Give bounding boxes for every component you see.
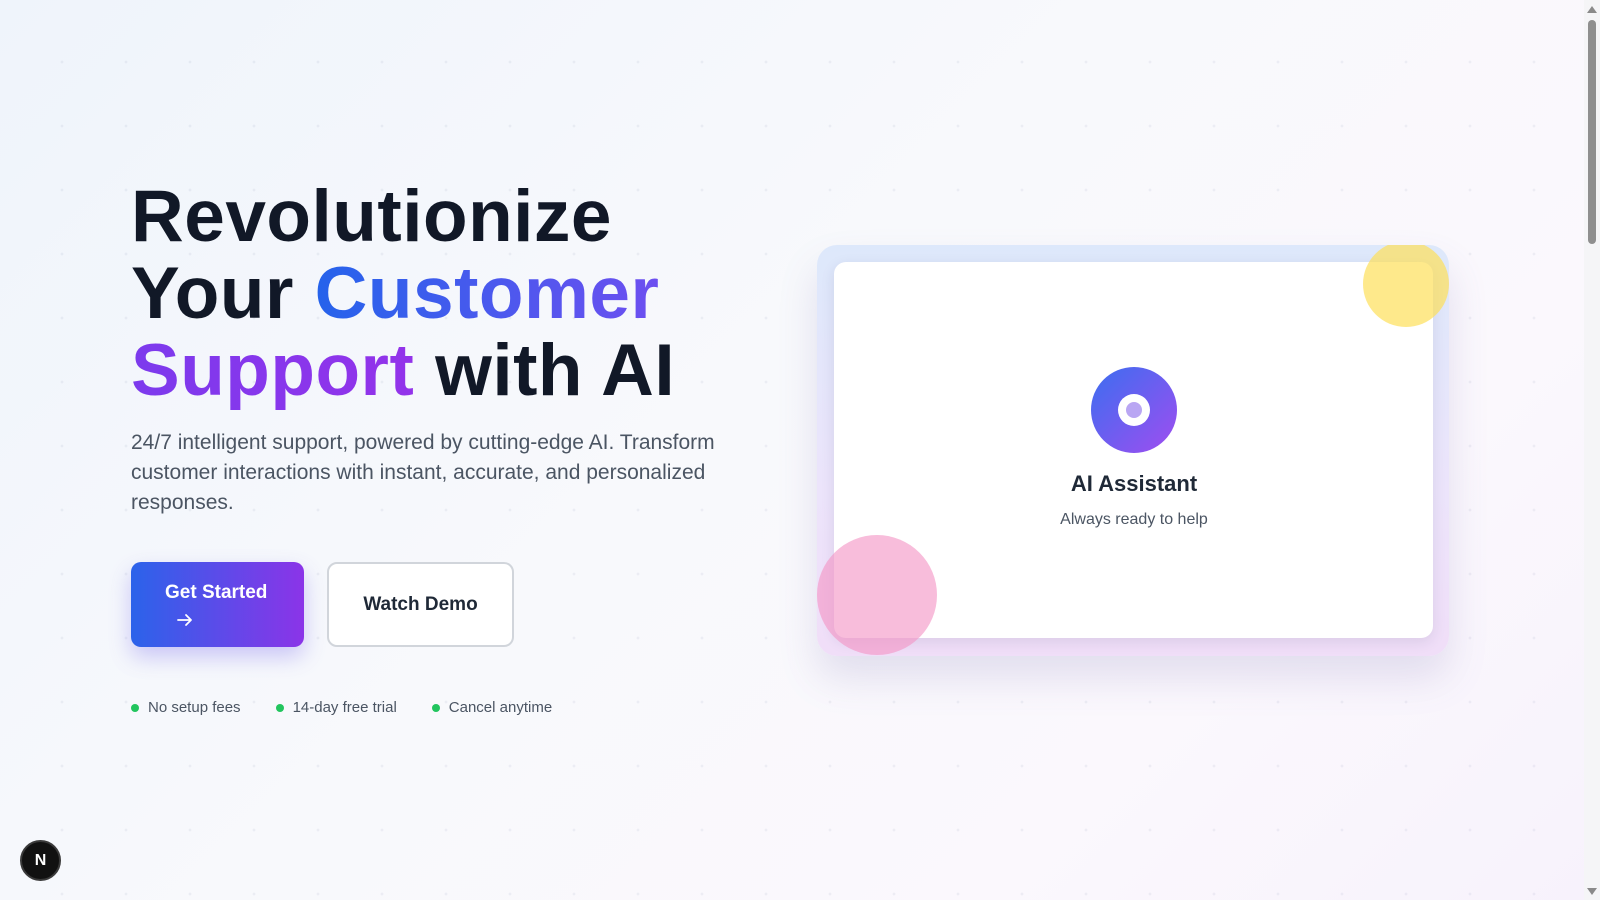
- assistant-title: AI Assistant: [1070, 471, 1198, 496]
- vertical-scrollbar[interactable]: [1584, 0, 1600, 900]
- green-dot-icon: [275, 703, 284, 712]
- headline-support: Support: [131, 330, 415, 411]
- headline-line-2: Your Customer: [131, 255, 771, 332]
- ai-assistant-icon-core: [1126, 402, 1142, 418]
- pink-decorative-blob: [817, 535, 937, 655]
- green-dot-icon: [431, 703, 440, 712]
- scroll-thumb[interactable]: [1588, 20, 1596, 244]
- scroll-down-arrow-icon[interactable]: [1587, 888, 1597, 895]
- get-started-label: Get Started: [165, 582, 268, 603]
- get-started-button[interactable]: Get Started: [131, 562, 304, 647]
- arrow-right-icon: [177, 614, 192, 626]
- watch-demo-button[interactable]: Watch Demo: [327, 562, 514, 647]
- assistant-subtitle: Always ready to help: [1060, 511, 1208, 528]
- yellow-decorative-blob: [1363, 245, 1449, 327]
- feature-label: Cancel anytime: [448, 699, 553, 716]
- n-badge-button[interactable]: N: [20, 840, 61, 881]
- feature-label: No setup fees: [148, 699, 241, 716]
- green-dot-icon: [131, 703, 139, 712]
- hero-headline: Revolutionize Your Customer Support with…: [131, 178, 771, 409]
- headline-with-ai: with AI: [414, 330, 676, 411]
- feature-item-free-trial: 14-day free trial: [275, 699, 397, 716]
- feature-label: 14-day free trial: [292, 699, 397, 716]
- scroll-up-arrow-icon[interactable]: [1587, 6, 1597, 13]
- feature-list: No setup fees 14-day free trial Cancel a…: [131, 699, 587, 716]
- headline-customer: Customer: [314, 253, 660, 334]
- feature-item-cancel-anytime: Cancel anytime: [431, 699, 553, 716]
- hero-subtitle: 24/7 intelligent support, powered by cut…: [131, 431, 715, 514]
- headline-line-1: Revolutionize: [131, 176, 613, 257]
- feature-item-no-setup-fees: No setup fees: [131, 699, 241, 716]
- ai-assistant-icon: [1091, 367, 1177, 453]
- headline-line-3: Support with AI: [131, 332, 771, 409]
- headline-your: Your: [131, 253, 315, 334]
